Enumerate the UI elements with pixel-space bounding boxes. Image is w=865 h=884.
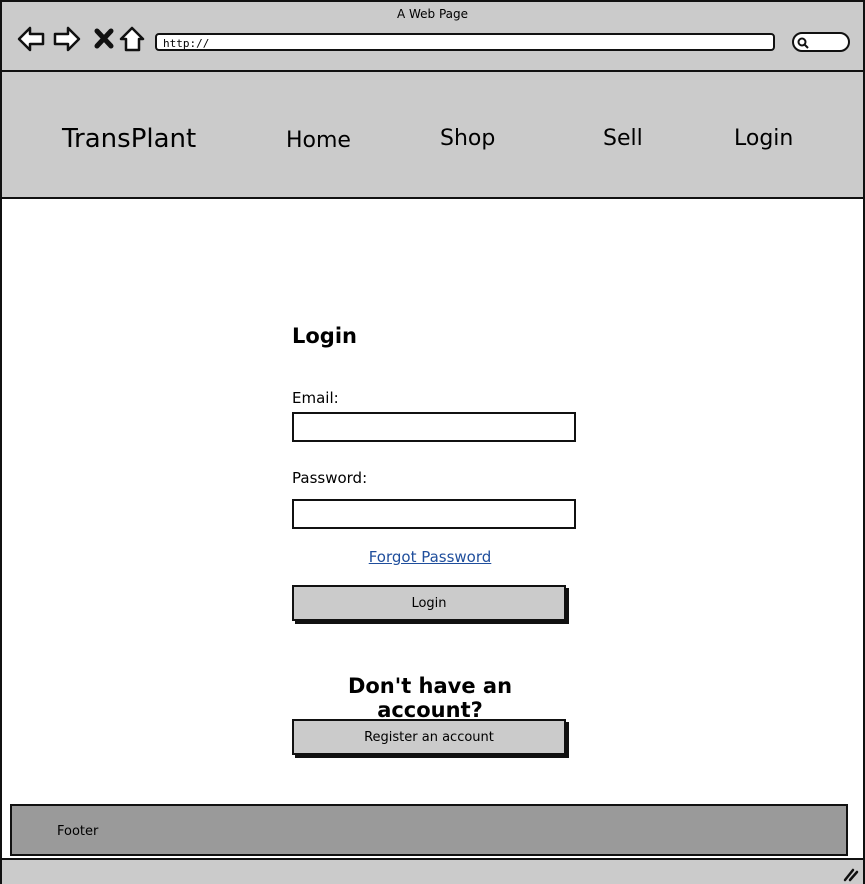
browser-search-field[interactable] [792, 32, 850, 52]
register-button[interactable]: Register an account [292, 719, 566, 755]
email-field[interactable] [292, 412, 576, 442]
page-footer: Footer [10, 804, 848, 856]
nav-sell[interactable]: Sell [603, 126, 643, 151]
brand-logo-text[interactable]: TransPlant [62, 124, 196, 154]
password-field[interactable] [292, 499, 576, 529]
nav-home[interactable]: Home [286, 128, 351, 153]
nav-shop[interactable]: Shop [440, 126, 495, 151]
site-header: TransPlant Home Shop Sell Login [2, 72, 863, 199]
no-account-heading: Don't have an account? [347, 674, 513, 722]
browser-status-bar [2, 858, 863, 884]
footer-label: Footer [57, 824, 99, 839]
url-input[interactable]: http:// [155, 33, 775, 51]
login-heading: Login [292, 324, 357, 348]
home-icon[interactable] [118, 24, 148, 54]
search-icon [797, 37, 809, 49]
email-label: Email: [292, 389, 339, 407]
window-title: A Web Page [396, 7, 469, 21]
login-button[interactable]: Login [292, 585, 566, 621]
browser-window: A Web Page http:// TransPlant Home Shop … [0, 0, 865, 884]
nav-login[interactable]: Login [734, 126, 793, 151]
resize-grip-icon[interactable] [841, 866, 859, 882]
close-icon[interactable] [90, 24, 120, 54]
forward-arrow-icon[interactable] [52, 24, 82, 54]
forgot-password-link[interactable]: Forgot Password [292, 548, 568, 566]
back-arrow-icon[interactable] [16, 24, 46, 54]
browser-toolbar: A Web Page http:// [2, 2, 863, 72]
password-label: Password: [292, 469, 368, 487]
